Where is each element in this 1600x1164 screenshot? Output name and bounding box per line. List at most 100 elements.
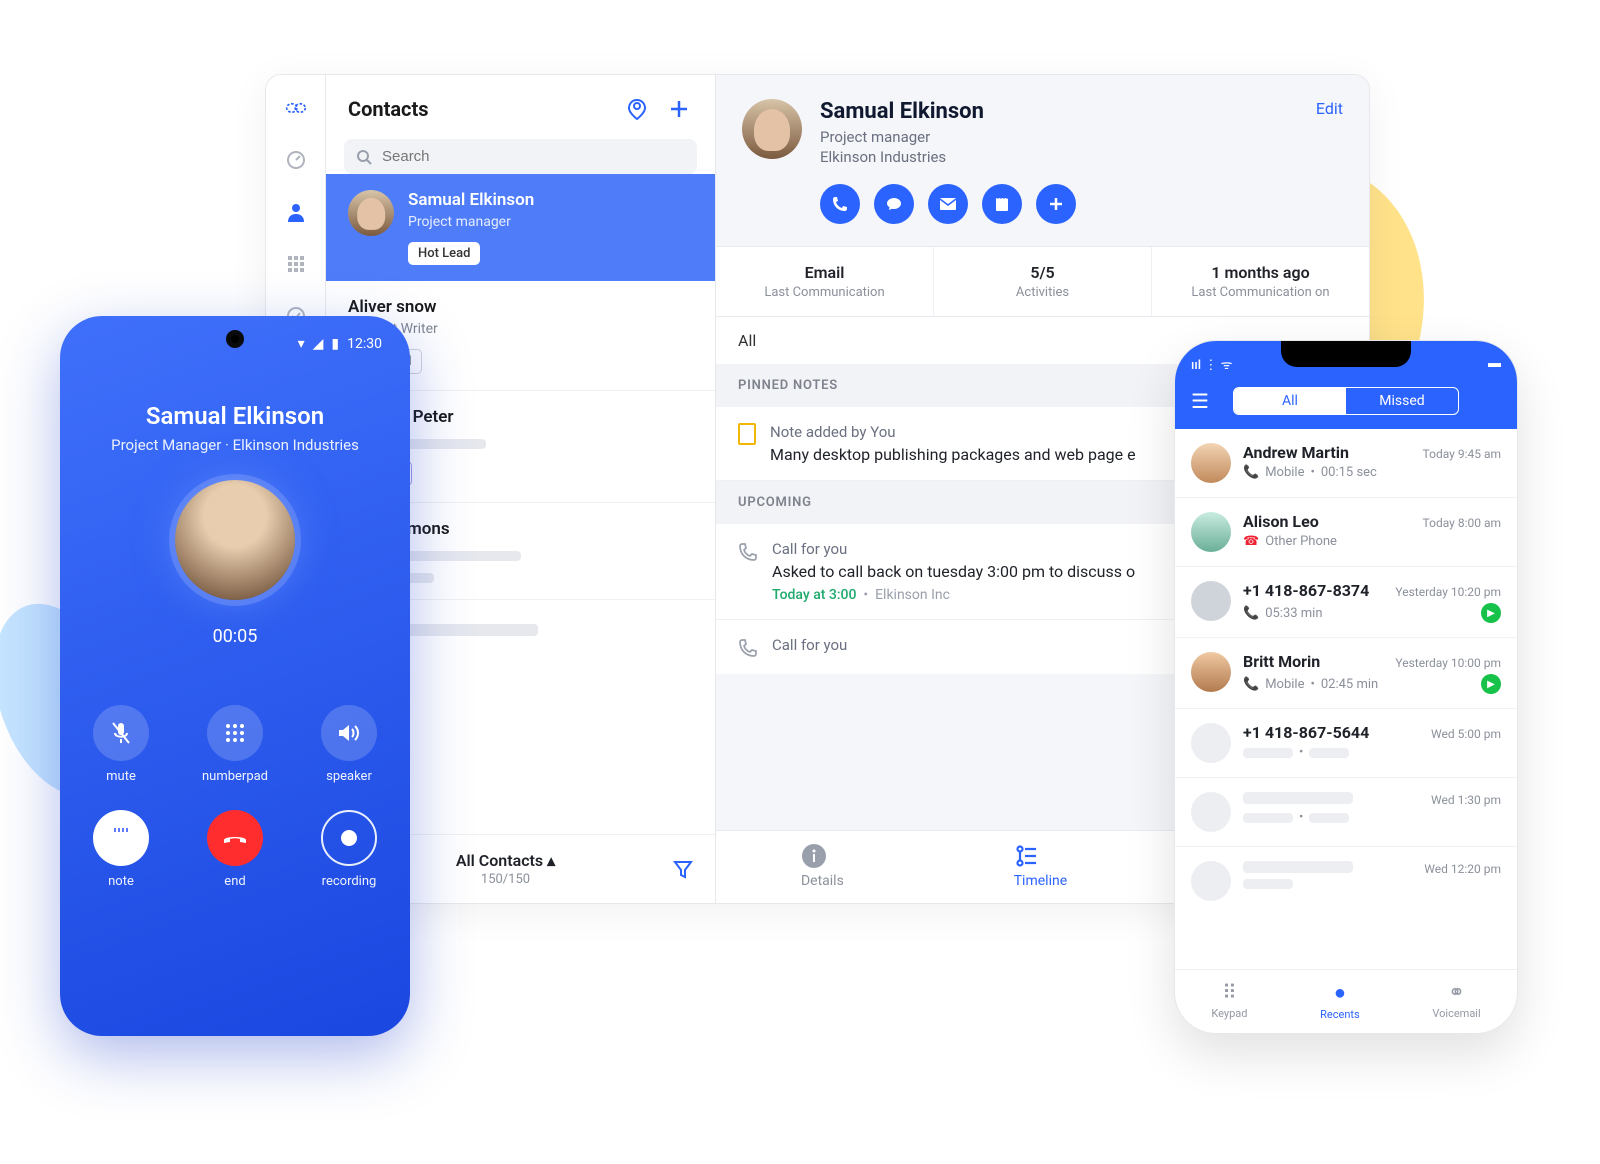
stat-value: 5/5 xyxy=(942,263,1143,282)
recent-time: Wed 5:00 pm xyxy=(1431,727,1501,741)
recent-row[interactable]: Wed 12:20 pm xyxy=(1175,847,1517,915)
speaker-icon xyxy=(321,705,377,761)
speaker-button[interactable]: speaker xyxy=(312,705,386,784)
stat-label: Last Communication on xyxy=(1160,285,1361,300)
tab-missed[interactable]: Missed xyxy=(1346,388,1458,414)
tab-voicemail[interactable]: ⚭ Voicemail xyxy=(1432,980,1480,1021)
map-pin-icon[interactable] xyxy=(623,95,651,123)
avatar xyxy=(1191,723,1231,763)
recording-button[interactable]: recording xyxy=(312,810,386,889)
recent-sub: 05:33 min xyxy=(1265,606,1322,621)
phone-icon: 📞 xyxy=(1243,465,1259,480)
end-call-button[interactable]: end xyxy=(198,810,272,889)
info-icon xyxy=(801,843,844,869)
note-button[interactable]: note xyxy=(84,810,158,889)
avatar xyxy=(1191,792,1231,832)
caller-name: Samual Elkinson xyxy=(146,402,324,430)
recording-icon xyxy=(321,810,377,866)
detail-role: Project manager xyxy=(820,128,1343,146)
add-button[interactable] xyxy=(1036,184,1076,224)
keypad-icon: ⠿ xyxy=(1211,980,1247,1004)
chat-button[interactable] xyxy=(874,184,914,224)
battery-icon: ▮ xyxy=(331,336,339,352)
search-field[interactable] xyxy=(382,148,685,165)
recent-row[interactable]: +1 418-867-5644Wed 5:00 pm • xyxy=(1175,709,1517,778)
recent-time: Today 9:45 am xyxy=(1423,447,1501,461)
tab-label: Details xyxy=(801,873,844,889)
stat-cell[interactable]: 5/5 Activities xyxy=(934,247,1152,316)
recent-row[interactable]: +1 418-867-8374Yesterday 10:20 pm 📞05:33… xyxy=(1175,567,1517,638)
control-label: end xyxy=(224,874,245,889)
recent-name: +1 418-867-8374 xyxy=(1243,581,1369,600)
play-icon[interactable]: ▶ xyxy=(1481,603,1501,623)
recent-row[interactable]: Andrew MartinToday 9:45 am 📞Mobile•00:15… xyxy=(1175,429,1517,498)
notch xyxy=(1281,341,1411,367)
note-icon xyxy=(93,810,149,866)
clock: 12:30 xyxy=(347,336,382,352)
numberpad-button[interactable]: numberpad xyxy=(198,705,272,784)
stat-cell[interactable]: 1 months ago Last Communication on xyxy=(1152,247,1369,316)
note-icon xyxy=(738,423,756,445)
search-input[interactable] xyxy=(344,139,697,174)
filter-icon[interactable] xyxy=(673,859,693,879)
control-label: recording xyxy=(322,874,377,889)
avatar xyxy=(1191,581,1231,621)
tab-timeline[interactable]: Timeline xyxy=(1014,843,1067,889)
recent-name: Britt Morin xyxy=(1243,652,1320,671)
detail-name: Samual Elkinson xyxy=(820,99,1343,124)
recent-row[interactable]: Wed 1:30 pm • xyxy=(1175,778,1517,847)
keypad-icon[interactable] xyxy=(285,253,307,275)
email-button[interactable] xyxy=(928,184,968,224)
control-label: note xyxy=(108,874,134,889)
end-call-icon xyxy=(207,810,263,866)
recent-row[interactable]: Alison LeoToday 8:00 am ☎Other Phone xyxy=(1175,498,1517,567)
segment-control[interactable]: All Missed xyxy=(1233,387,1459,415)
recent-dur: 02:45 min xyxy=(1321,677,1378,692)
signal-icon: ◢ xyxy=(313,336,324,352)
tab-recents[interactable]: ● Recents xyxy=(1320,980,1360,1021)
detail-company: Elkinson Industries xyxy=(820,148,1343,166)
placeholder-line xyxy=(1309,813,1349,823)
contact-row[interactable]: Samual Elkinson Project manager Hot Lead xyxy=(326,174,715,281)
voicemail-icon: ⚭ xyxy=(1432,980,1480,1004)
android-phone: ▾ ◢ ▮ 12:30 Samual Elkinson Project Mana… xyxy=(60,316,410,1036)
control-label: mute xyxy=(106,769,136,784)
tab-all[interactable]: All xyxy=(1234,388,1346,414)
phone-icon xyxy=(738,638,758,658)
placeholder-line xyxy=(1243,861,1353,873)
person-icon[interactable] xyxy=(285,201,307,223)
avatar xyxy=(348,190,394,236)
mute-button[interactable]: mute xyxy=(84,705,158,784)
avatar xyxy=(1191,443,1231,483)
note-button[interactable] xyxy=(982,184,1022,224)
missed-icon: ☎ xyxy=(1243,534,1259,549)
logo-icon xyxy=(285,97,307,119)
stat-label: Last Communication xyxy=(724,285,925,300)
gauge-icon[interactable] xyxy=(285,149,307,171)
avatar xyxy=(742,99,802,159)
menu-icon[interactable]: ☰ xyxy=(1191,389,1209,413)
avatar xyxy=(1191,652,1231,692)
signal-icon: ııl ⋮ ᯤ xyxy=(1191,355,1232,373)
contact-tag: Hot Lead xyxy=(408,242,480,265)
clock-icon: ● xyxy=(1320,980,1360,1005)
edit-button[interactable]: Edit xyxy=(1316,99,1343,118)
recent-time: Yesterday 10:20 pm xyxy=(1395,585,1501,599)
mute-icon xyxy=(93,705,149,761)
tab-label: Keypad xyxy=(1211,1007,1247,1020)
iphone: ııl ⋮ ᯤ ▬ ☰ All Missed Andrew MartinToda… xyxy=(1174,340,1518,1034)
tab-details[interactable]: Details xyxy=(801,843,844,889)
plus-icon[interactable] xyxy=(665,95,693,123)
search-icon xyxy=(356,149,372,165)
contact-name: Aliver snow xyxy=(348,297,693,317)
recent-sub: Mobile xyxy=(1265,465,1304,480)
play-icon[interactable]: ▶ xyxy=(1481,674,1501,694)
tab-label: Voicemail xyxy=(1432,1007,1480,1020)
stat-cell[interactable]: Email Last Communication xyxy=(716,247,934,316)
avatar xyxy=(1191,861,1231,901)
tab-label: Timeline xyxy=(1014,873,1067,889)
camera-notch xyxy=(226,330,244,348)
tab-keypad[interactable]: ⠿ Keypad xyxy=(1211,980,1247,1021)
call-button[interactable] xyxy=(820,184,860,224)
recent-row[interactable]: Britt MorinYesterday 10:00 pm 📞Mobile•02… xyxy=(1175,638,1517,709)
